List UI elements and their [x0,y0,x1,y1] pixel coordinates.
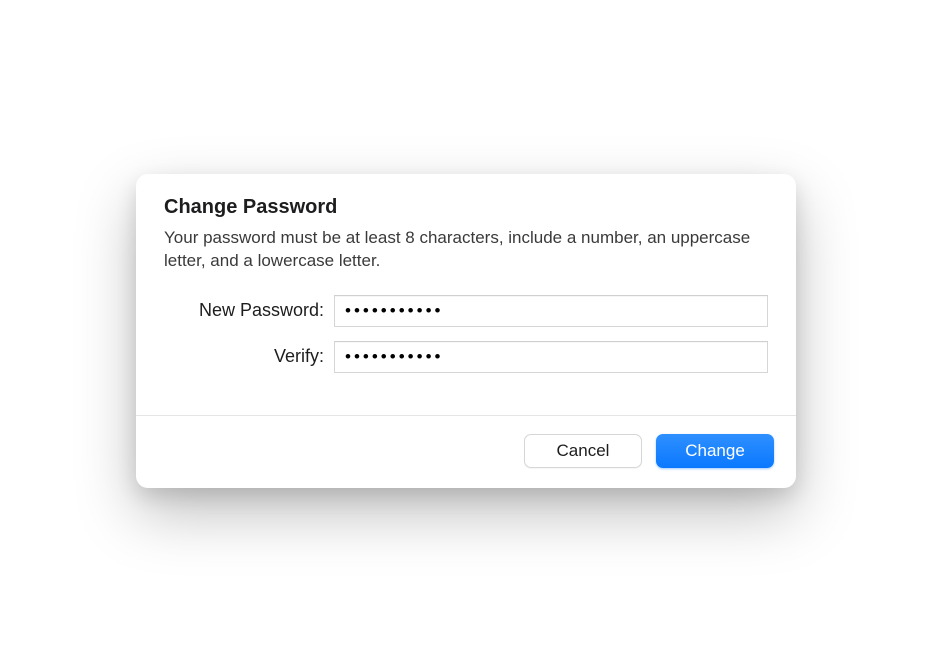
dialog-title: Change Password [164,196,768,219]
verify-password-label: Verify: [164,346,334,367]
change-password-dialog: Change Password Your password must be at… [136,174,796,488]
new-password-input[interactable] [334,295,768,327]
dialog-footer: Cancel Change [136,415,796,488]
new-password-row: New Password: [164,295,768,327]
verify-password-input[interactable] [334,341,768,373]
dialog-content: Change Password Your password must be at… [136,174,796,415]
new-password-label: New Password: [164,300,334,321]
cancel-button[interactable]: Cancel [524,434,642,468]
dialog-description: Your password must be at least 8 charact… [164,227,768,273]
verify-password-row: Verify: [164,341,768,373]
change-button[interactable]: Change [656,434,774,468]
